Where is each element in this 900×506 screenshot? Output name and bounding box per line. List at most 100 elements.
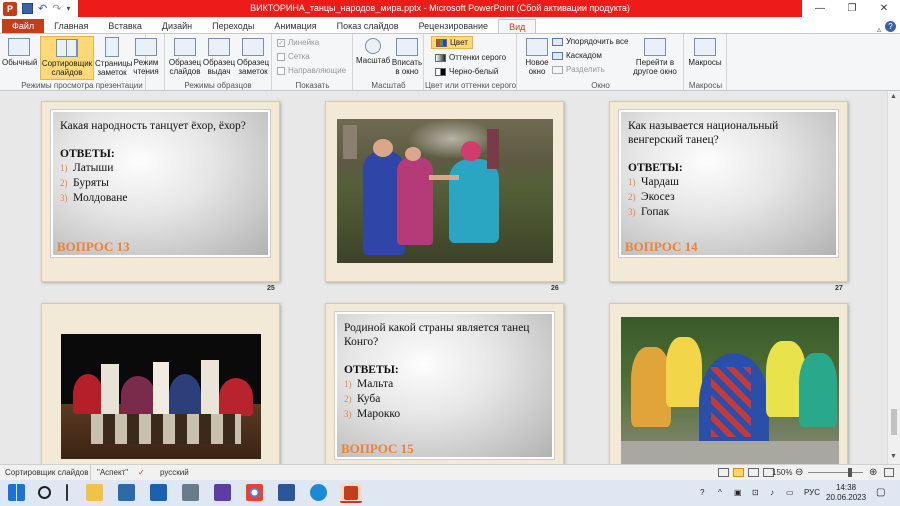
- macros-button[interactable]: Макросы: [688, 36, 722, 80]
- battery-icon[interactable]: ▭: [786, 480, 794, 506]
- tab-slideshow[interactable]: Показ слайдов: [327, 19, 409, 34]
- status-view: Сортировщик слайдов: [5, 468, 89, 477]
- tab-insert[interactable]: Вставка: [98, 19, 151, 34]
- word-icon[interactable]: [278, 484, 295, 501]
- buryat-dancers-photo: [337, 119, 553, 263]
- tab-review[interactable]: Рецензирование: [409, 19, 499, 34]
- switch-window-button[interactable]: Перейти в другое окно: [630, 36, 680, 80]
- clock[interactable]: 14:38 20.06.2023: [826, 483, 866, 503]
- minimize-icon[interactable]: —: [804, 0, 836, 17]
- arrange-all-icon: [552, 37, 563, 46]
- slide-thumbnail-27[interactable]: Как называется национальный венгерский т…: [609, 101, 848, 282]
- notes-page-button[interactable]: Страницы заметок: [95, 36, 133, 80]
- slide-content: Родиной какой страны является танец Конг…: [335, 312, 554, 459]
- answer-item: 1) Чардаш: [628, 176, 679, 188]
- scroll-up-icon[interactable]: ▲: [890, 93, 897, 100]
- app-icon[interactable]: [182, 484, 199, 501]
- scroll-thumb[interactable]: [891, 409, 897, 435]
- black-white-button[interactable]: Черно-белый: [435, 67, 498, 76]
- powerpoint-taskbar-icon[interactable]: [340, 483, 362, 503]
- color-swatch-icon: [436, 38, 447, 47]
- slide-thumbnail-28[interactable]: [41, 303, 280, 464]
- grid-checkbox[interactable]: Сетка: [277, 52, 310, 61]
- mail-icon[interactable]: [150, 484, 167, 501]
- zoom-out-icon[interactable]: ⊖: [795, 465, 803, 480]
- edge-icon[interactable]: [310, 484, 327, 501]
- tab-home[interactable]: Главная: [44, 19, 98, 34]
- close-icon[interactable]: ✕: [868, 0, 900, 17]
- tab-design[interactable]: Дизайн: [152, 19, 202, 34]
- normal-view-button[interactable]: Обычный: [2, 36, 37, 80]
- notes-master-button[interactable]: Образец заметок: [236, 36, 270, 80]
- slide-thumbnail-26[interactable]: [325, 101, 564, 282]
- ribbon: Обычный Сортировщик слайдов Страницы зам…: [0, 33, 900, 91]
- slide-content: [337, 119, 553, 263]
- network-icon[interactable]: ⊡: [752, 480, 759, 506]
- normal-view-status-icon[interactable]: [718, 468, 729, 477]
- notifications-icon[interactable]: ▢: [876, 480, 885, 506]
- redo-icon[interactable]: ↷: [52, 2, 61, 15]
- task-view-icon[interactable]: [66, 484, 68, 501]
- help-icon[interactable]: ?: [885, 21, 896, 32]
- arrange-all-button[interactable]: Упорядочить все: [552, 37, 628, 46]
- spellcheck-icon[interactable]: ✓: [138, 465, 145, 480]
- zoom-slider[interactable]: [808, 472, 863, 473]
- slide-thumbnail-30[interactable]: [609, 303, 848, 464]
- tab-file[interactable]: Файл: [2, 19, 45, 34]
- windows-start-icon[interactable]: [8, 484, 25, 501]
- notes-master-icon: [242, 38, 264, 56]
- help-tray-icon[interactable]: ?: [700, 480, 704, 506]
- cascade-button[interactable]: Каскадом: [552, 51, 602, 60]
- vertical-scrollbar[interactable]: ▲ ▼: [887, 91, 900, 464]
- fit-slide-icon[interactable]: [884, 468, 894, 477]
- store-icon[interactable]: [118, 484, 135, 501]
- question-label: ВОПРОС 14: [625, 239, 698, 254]
- save-app-icon[interactable]: [214, 484, 231, 501]
- ruler-checkbox[interactable]: ✓ Линейка: [277, 38, 319, 47]
- group-macros: Макросы Макросы: [685, 34, 727, 91]
- reading-view-button[interactable]: Режим чтения: [129, 36, 163, 80]
- tab-view[interactable]: Вид: [498, 19, 537, 34]
- restore-icon[interactable]: ❐: [836, 0, 868, 17]
- undo-icon[interactable]: ↶: [38, 2, 47, 15]
- handout-master-icon: [208, 38, 230, 56]
- tab-animation[interactable]: Анимация: [264, 19, 326, 34]
- reading-view-status-icon[interactable]: [748, 468, 759, 477]
- slide-thumbnail-25[interactable]: Какая народность танцует ёхор, ёхор? ОТВ…: [41, 101, 280, 282]
- zoom-level[interactable]: 150%: [772, 465, 792, 480]
- slide-sorter-status-icon[interactable]: [733, 468, 744, 477]
- save-icon[interactable]: [22, 3, 33, 14]
- zoom-slider-thumb[interactable]: [848, 468, 852, 477]
- handout-master-button[interactable]: Образец выдач: [202, 36, 236, 80]
- group-presentation-views: Обычный Сортировщик слайдов Страницы зам…: [0, 34, 159, 91]
- fit-window-button[interactable]: Вписать в окно: [390, 36, 424, 80]
- group-master-views: Образец слайдов Образец выдач Образец за…: [164, 34, 272, 91]
- status-language: русский: [160, 468, 189, 477]
- zoom-in-icon[interactable]: ⊕: [869, 465, 877, 480]
- scroll-down-icon[interactable]: ▼: [890, 453, 897, 460]
- slide-sorter-button[interactable]: Сортировщик слайдов: [40, 36, 94, 80]
- color-button[interactable]: Цвет: [431, 36, 473, 49]
- slide-question: Родиной какой страны является танец Конг…: [344, 321, 544, 422]
- zoom-button[interactable]: Масштаб: [356, 36, 390, 80]
- status-theme: "Аспект": [90, 465, 128, 480]
- split-button[interactable]: Разделить: [552, 65, 605, 74]
- tray-apps-icon[interactable]: ▣: [734, 480, 742, 506]
- new-window-button[interactable]: Новое окно: [520, 36, 554, 80]
- slide-thumbnail-29[interactable]: Родиной какой страны является танец Конг…: [325, 303, 564, 464]
- customize-toolbar-icon[interactable]: ▾: [66, 4, 70, 13]
- tray-chevron-icon[interactable]: ^: [718, 480, 722, 506]
- status-bar: Сортировщик слайдов "Аспект" ✓ русский 1…: [0, 464, 900, 480]
- congo-dancers-photo: [621, 317, 839, 464]
- grayscale-button[interactable]: Оттенки серого: [435, 53, 506, 62]
- slide-master-button[interactable]: Образец слайдов: [168, 36, 202, 80]
- chrome-icon[interactable]: [246, 484, 263, 501]
- tab-transitions[interactable]: Переходы: [202, 19, 264, 34]
- question-label: ВОПРОС 13: [57, 239, 130, 254]
- keyboard-layout[interactable]: РУС: [804, 480, 820, 506]
- split-icon: [552, 65, 563, 74]
- guides-checkbox[interactable]: Направляющие: [277, 66, 346, 75]
- search-icon[interactable]: [38, 486, 51, 499]
- file-explorer-icon[interactable]: [86, 484, 103, 501]
- volume-icon[interactable]: ♪: [770, 480, 774, 506]
